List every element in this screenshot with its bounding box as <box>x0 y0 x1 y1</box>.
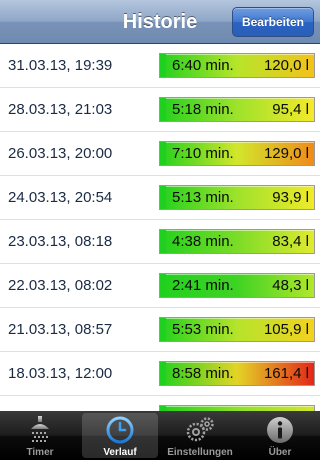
shower-duration: 7:10 min. <box>172 145 234 162</box>
bar-stripe <box>160 54 166 77</box>
history-date: 23.03.13, 08:18 <box>8 233 113 250</box>
shower-duration: 4:38 min. <box>172 233 234 250</box>
consumption-bar: 5:13 min. 93,9 l <box>159 185 315 210</box>
history-row[interactable]: 26.03.13, 20:00 7:10 min. 129,0 l <box>0 132 320 176</box>
history-date: 24.03.13, 20:54 <box>8 189 113 206</box>
bar-stripe <box>160 186 166 209</box>
water-volume: 95,4 l <box>272 101 309 118</box>
history-row[interactable]: 18.03.13, 12:00 8:58 min. 161,4 l <box>0 352 320 396</box>
edit-button[interactable]: Bearbeiten <box>231 7 314 37</box>
tab-timer[interactable]: Timer <box>0 411 80 460</box>
consumption-bar: 6:40 min. 120,0 l <box>159 53 315 78</box>
shower-icon <box>31 416 49 442</box>
navigation-bar: Historie Bearbeiten <box>0 0 320 44</box>
history-row[interactable]: 28.03.13, 21:03 5:18 min. 95,4 l <box>0 88 320 132</box>
water-volume: 83,4 l <box>272 233 309 250</box>
history-row[interactable]: 24.03.13, 20:54 5:13 min. 93,9 l <box>0 176 320 220</box>
bar-stripe <box>160 274 166 297</box>
tab-verlauf[interactable]: Verlauf <box>80 411 160 460</box>
clock-icon <box>106 416 134 444</box>
tab-label: Verlauf <box>103 447 137 458</box>
consumption-bar: 7:10 min. 129,0 l <box>159 141 315 166</box>
history-row[interactable]: 31.03.13, 19:39 6:40 min. 120,0 l <box>0 44 320 88</box>
shower-duration: 6:40 min. <box>172 57 234 74</box>
consumption-bar: 8:58 min. 161,4 l <box>159 361 315 386</box>
tab-ueber[interactable]: Über <box>240 411 320 460</box>
shower-duration: 5:53 min. <box>172 321 234 338</box>
water-volume: 129,0 l <box>263 145 309 162</box>
bar-stripe <box>160 98 166 121</box>
history-row[interactable]: 22.03.13, 08:02 2:41 min. 48,3 l <box>0 264 320 308</box>
history-row[interactable]: 23.03.13, 08:18 4:38 min. 83,4 l <box>0 220 320 264</box>
bar-stripe <box>160 142 166 165</box>
bar-stripe <box>160 318 166 341</box>
water-volume: 93,9 l <box>272 189 309 206</box>
tab-label: Einstellungen <box>167 447 233 458</box>
info-icon <box>267 417 293 443</box>
tab-label: Über <box>268 447 292 458</box>
shower-duration: 5:13 min. <box>172 189 234 206</box>
consumption-bar: 4:38 min. 83,4 l <box>159 229 315 254</box>
history-date: 22.03.13, 08:02 <box>8 277 113 294</box>
water-volume: 161,4 l <box>263 365 309 382</box>
consumption-bar: 2:41 min. 48,3 l <box>159 273 315 298</box>
shower-duration: 5:18 min. <box>172 101 234 118</box>
tab-bar: Timer Verlauf Einstellungen Über <box>0 411 320 460</box>
history-date: 31.03.13, 19:39 <box>8 57 113 74</box>
water-volume: 120,0 l <box>263 57 309 74</box>
water-volume: 105,9 l <box>263 321 309 338</box>
gears-icon <box>186 417 214 442</box>
history-date: 26.03.13, 20:00 <box>8 145 113 162</box>
consumption-bar: 5:18 min. 95,4 l <box>159 97 315 122</box>
history-date: 28.03.13, 21:03 <box>8 101 113 118</box>
bar-stripe <box>160 230 166 253</box>
tab-label: Timer <box>26 447 54 458</box>
water-volume: 48,3 l <box>272 277 309 294</box>
bar-stripe <box>160 362 166 385</box>
history-row[interactable]: 21.03.13, 08:57 5:53 min. 105,9 l <box>0 308 320 352</box>
shower-duration: 2:41 min. <box>172 277 234 294</box>
history-date: 21.03.13, 08:57 <box>8 321 113 338</box>
history-date: 18.03.13, 12:00 <box>8 365 113 382</box>
consumption-bar: 5:53 min. 105,9 l <box>159 317 315 342</box>
history-list[interactable]: 31.03.13, 19:39 6:40 min. 120,0 l 28.03.… <box>0 44 320 440</box>
shower-duration: 8:58 min. <box>172 365 234 382</box>
tab-einstellungen[interactable]: Einstellungen <box>160 411 240 460</box>
